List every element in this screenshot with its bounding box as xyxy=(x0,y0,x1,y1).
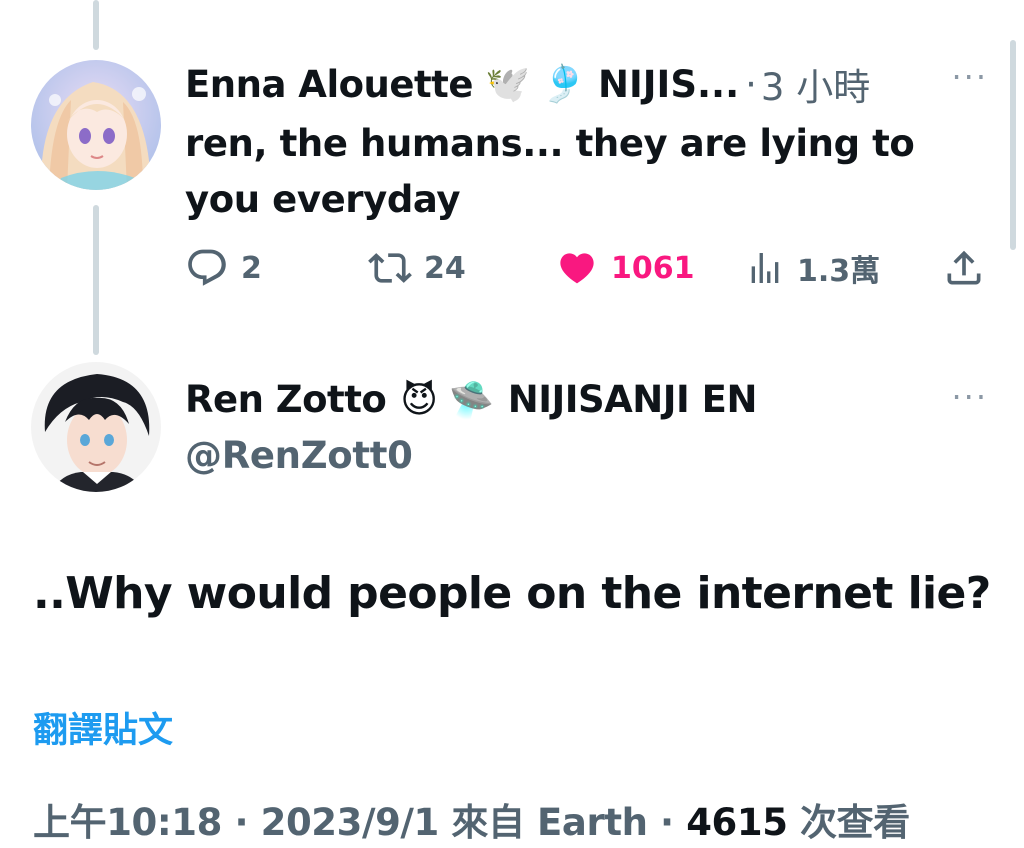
tweet-view-count[interactable]: 4615 xyxy=(686,801,788,844)
main-author-name[interactable]: Ren Zotto xyxy=(185,378,387,421)
separator-dot: · xyxy=(745,62,757,106)
views-count: 1.3萬 xyxy=(797,254,881,289)
views-icon xyxy=(745,246,785,290)
main-author-org: NIJISANJI EN xyxy=(507,378,758,421)
reply-header: Enna Alouette 🕊️ 🎐 NIJIS... · 3 小時 xyxy=(185,58,984,110)
tweet-thread: Enna Alouette 🕊️ 🎐 NIJIS... · 3 小時 ··· r… xyxy=(0,0,1024,848)
like-button[interactable]: 1061 xyxy=(555,246,695,290)
main-author-handle[interactable]: @RenZott0 xyxy=(185,434,413,477)
tweet-timestamp[interactable]: 上午10:18 · 2023/9/1 來自 Earth · xyxy=(33,801,686,844)
retweet-count: 24 xyxy=(424,250,466,286)
avatar-ren[interactable] xyxy=(31,362,161,492)
reply-timestamp[interactable]: 3 小時 xyxy=(761,57,870,111)
reply-count: 2 xyxy=(241,250,262,286)
share-button[interactable] xyxy=(942,246,986,290)
tweet-meta: 上午10:18 · 2023/9/1 來自 Earth · 4615 次查看 xyxy=(33,792,910,846)
reply-author-emojis: 🕊️ 🎐 xyxy=(484,64,587,105)
translate-post-link[interactable]: 翻譯貼文 xyxy=(33,702,173,753)
avatar-enna[interactable] xyxy=(31,60,161,190)
more-icon[interactable]: ··· xyxy=(951,378,988,416)
retweet-button[interactable]: 24 xyxy=(368,246,466,290)
scrollbar[interactable] xyxy=(1010,40,1016,250)
main-tweet-text: ..Why would people on the internet lie? xyxy=(33,568,991,619)
reply-author-name[interactable]: Enna Alouette xyxy=(185,63,473,106)
views-button[interactable]: 1.3萬 xyxy=(745,246,880,290)
more-icon[interactable]: ··· xyxy=(951,58,988,96)
like-count: 1061 xyxy=(611,250,695,286)
thread-connector xyxy=(93,205,99,355)
reply-action-bar: 2 24 1061 1.3萬 xyxy=(185,246,985,296)
share-icon xyxy=(942,246,986,290)
tweet-view-label: 次查看 xyxy=(787,801,910,844)
retweet-icon xyxy=(368,246,412,290)
main-author-emojis: 😈 🛸 xyxy=(400,379,494,421)
main-author-name-row: Ren Zotto 😈 🛸 NIJISANJI EN xyxy=(185,378,757,421)
heart-icon xyxy=(555,246,599,290)
thread-connector-top xyxy=(93,0,99,50)
reply-author-org: NIJIS... xyxy=(598,62,740,106)
reply-icon xyxy=(185,246,229,290)
reply-text: ren, the humans... they are lying to you… xyxy=(185,122,915,221)
reply-button[interactable]: 2 xyxy=(185,246,262,290)
